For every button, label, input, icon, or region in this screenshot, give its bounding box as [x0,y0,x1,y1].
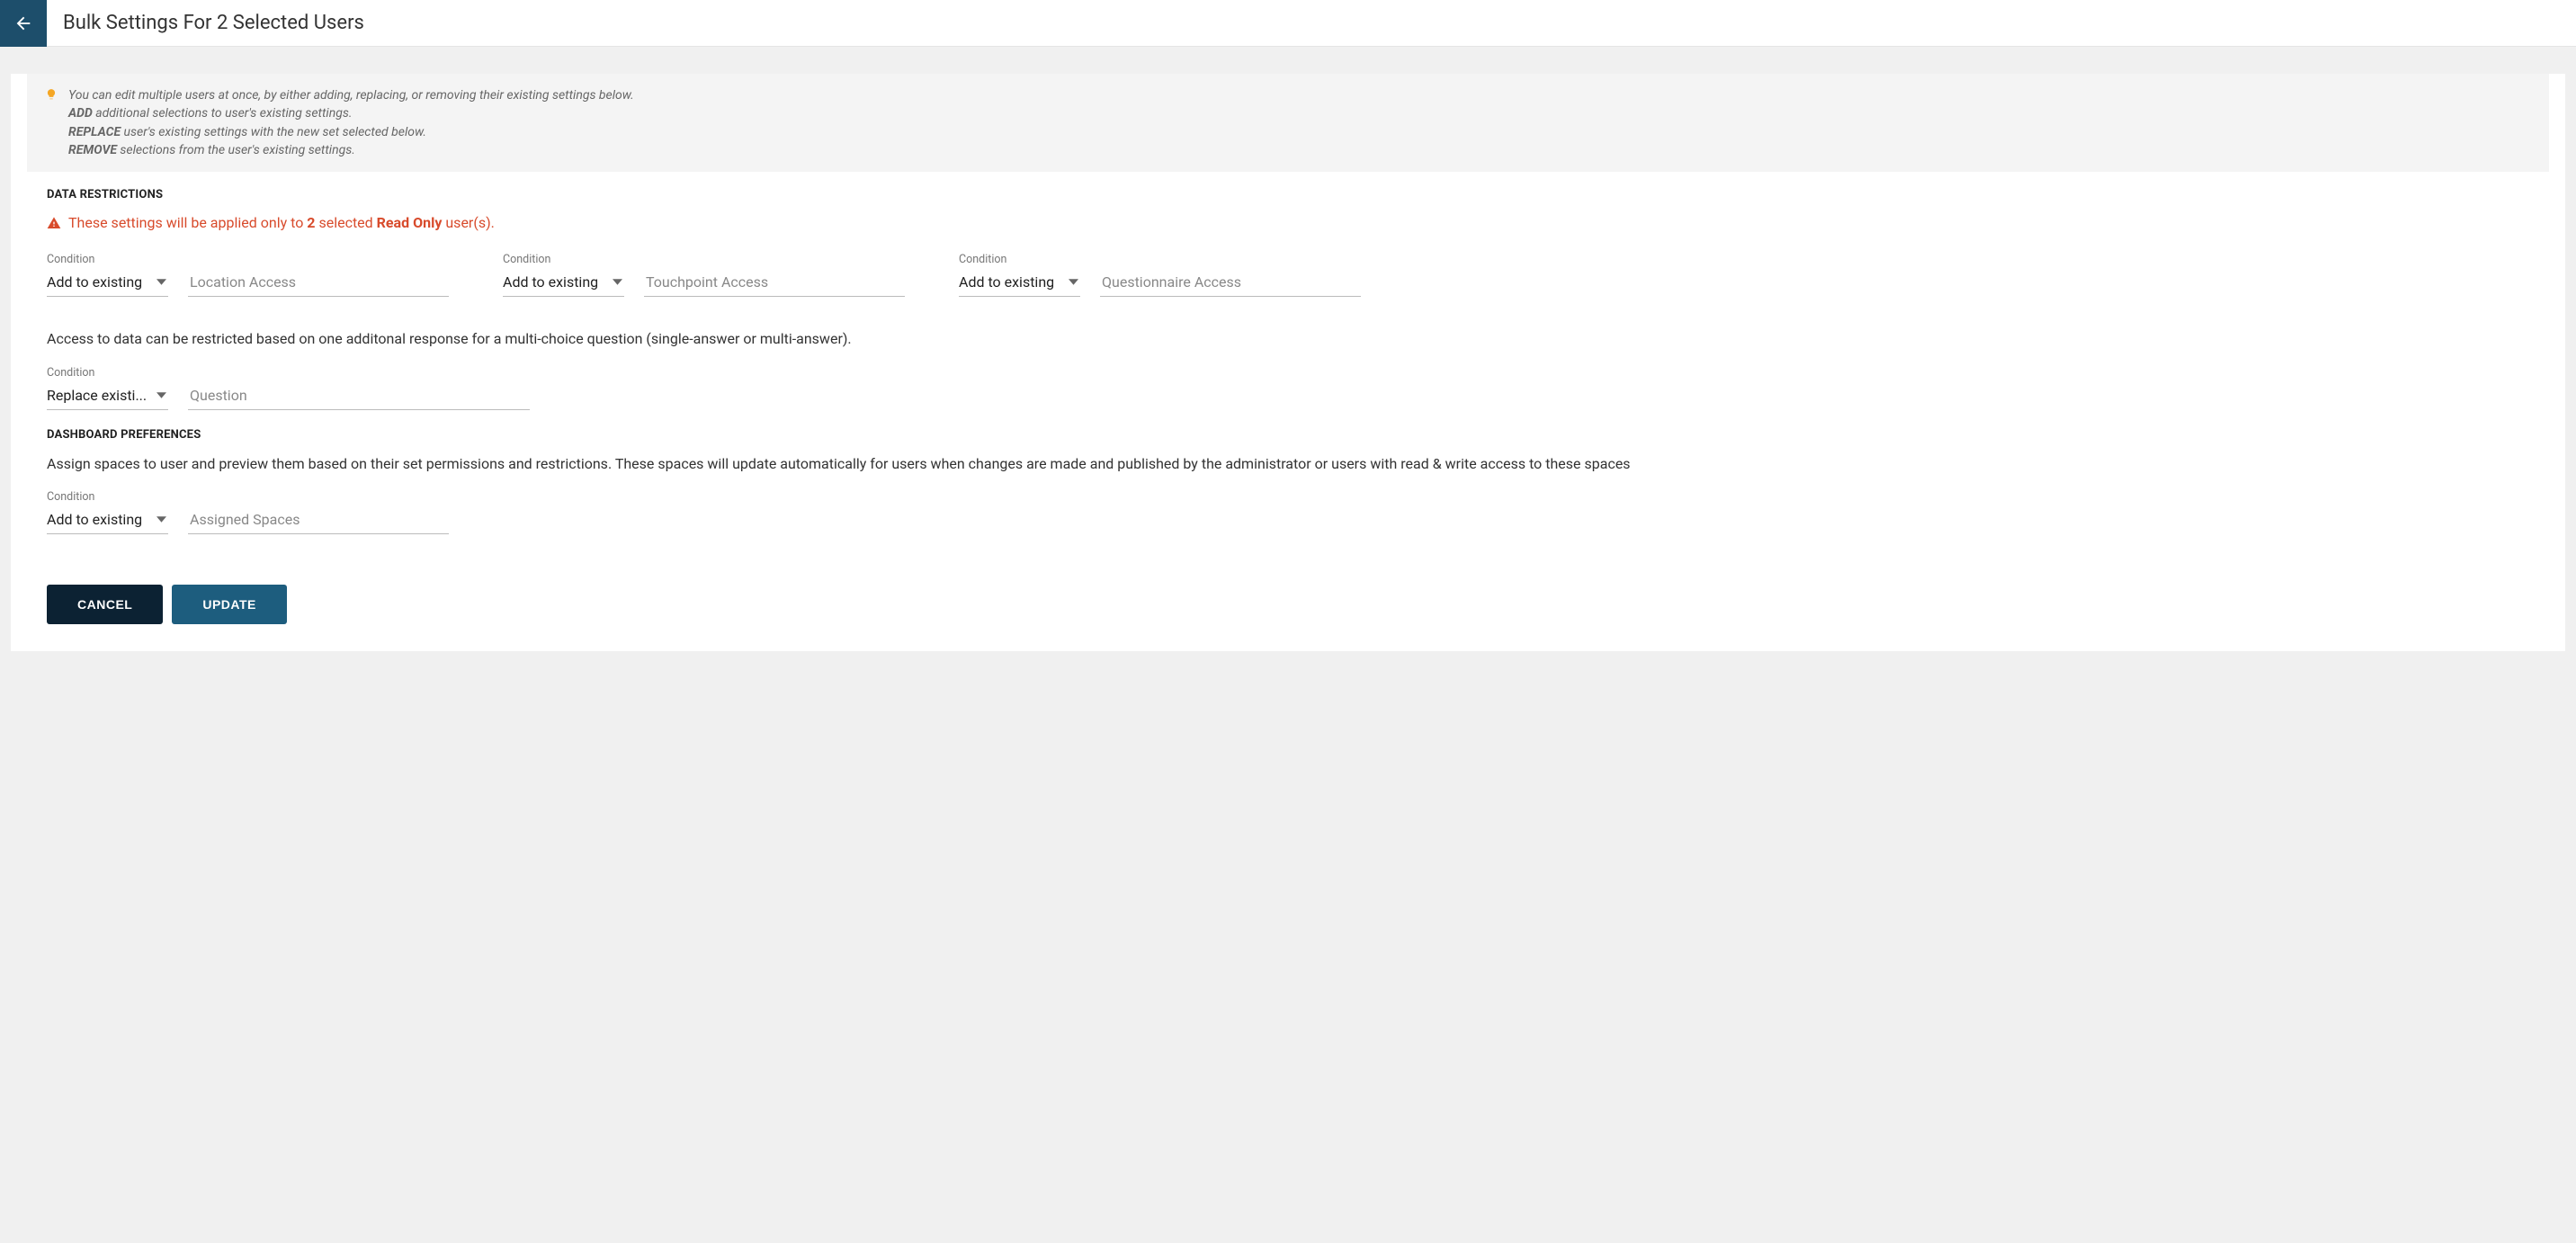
question-input[interactable]: Question [188,381,530,410]
section-title-data-restrictions: DATA RESTRICTIONS [47,188,2529,201]
header-bar: Bulk Settings For 2 Selected Users [0,0,2576,47]
spaces-condition-select[interactable]: Add to existing [47,505,168,534]
touchpoint-access-input[interactable]: Touchpoint Access [644,268,905,297]
condition-label: Condition [959,253,1080,266]
warning-icon [47,216,61,230]
location-condition-select[interactable]: Add to existing [47,268,168,297]
section-title-dashboard-preferences: DASHBOARD PREFERENCES [47,428,2529,442]
caret-down-icon [157,514,166,524]
warning-message: These settings will be applied only to 2… [47,214,2529,231]
info-banner: You can edit multiple users at once, by … [27,74,2549,172]
info-line-remove: REMOVE selections from the user's existi… [68,141,634,159]
caret-down-icon [157,277,166,287]
touchpoint-condition-select[interactable]: Add to existing [503,268,624,297]
info-line-add: ADD additional selections to user's exis… [68,104,634,122]
back-button[interactable] [0,0,47,47]
dashboard-help-text: Assign spaces to user and preview them b… [47,454,2529,474]
condition-label: Condition [47,490,168,504]
assigned-spaces-input[interactable]: Assigned Spaces [188,505,449,534]
condition-label: Condition [503,253,624,266]
caret-down-icon [613,277,622,287]
cancel-button[interactable]: CANCEL [47,585,163,624]
info-line-1: You can edit multiple users at once, by … [68,86,634,104]
caret-down-icon [157,390,166,400]
arrow-left-icon [13,13,33,33]
settings-panel: You can edit multiple users at once, by … [11,74,2565,651]
questionnaire-condition-select[interactable]: Add to existing [959,268,1080,297]
update-button[interactable]: UPDATE [172,585,287,624]
questionnaire-access-input[interactable]: Questionnaire Access [1100,268,1361,297]
condition-label: Condition [47,253,168,266]
caret-down-icon [1069,277,1078,287]
question-condition-select[interactable]: Replace existi... [47,381,168,410]
location-access-input[interactable]: Location Access [188,268,449,297]
page-title: Bulk Settings For 2 Selected Users [63,12,364,34]
restriction-help-text: Access to data can be restricted based o… [47,329,2529,349]
lightbulb-icon [45,88,58,159]
info-line-replace: REPLACE user's existing settings with th… [68,123,634,141]
info-body: You can edit multiple users at once, by … [68,86,634,159]
condition-label: Condition [47,366,168,380]
